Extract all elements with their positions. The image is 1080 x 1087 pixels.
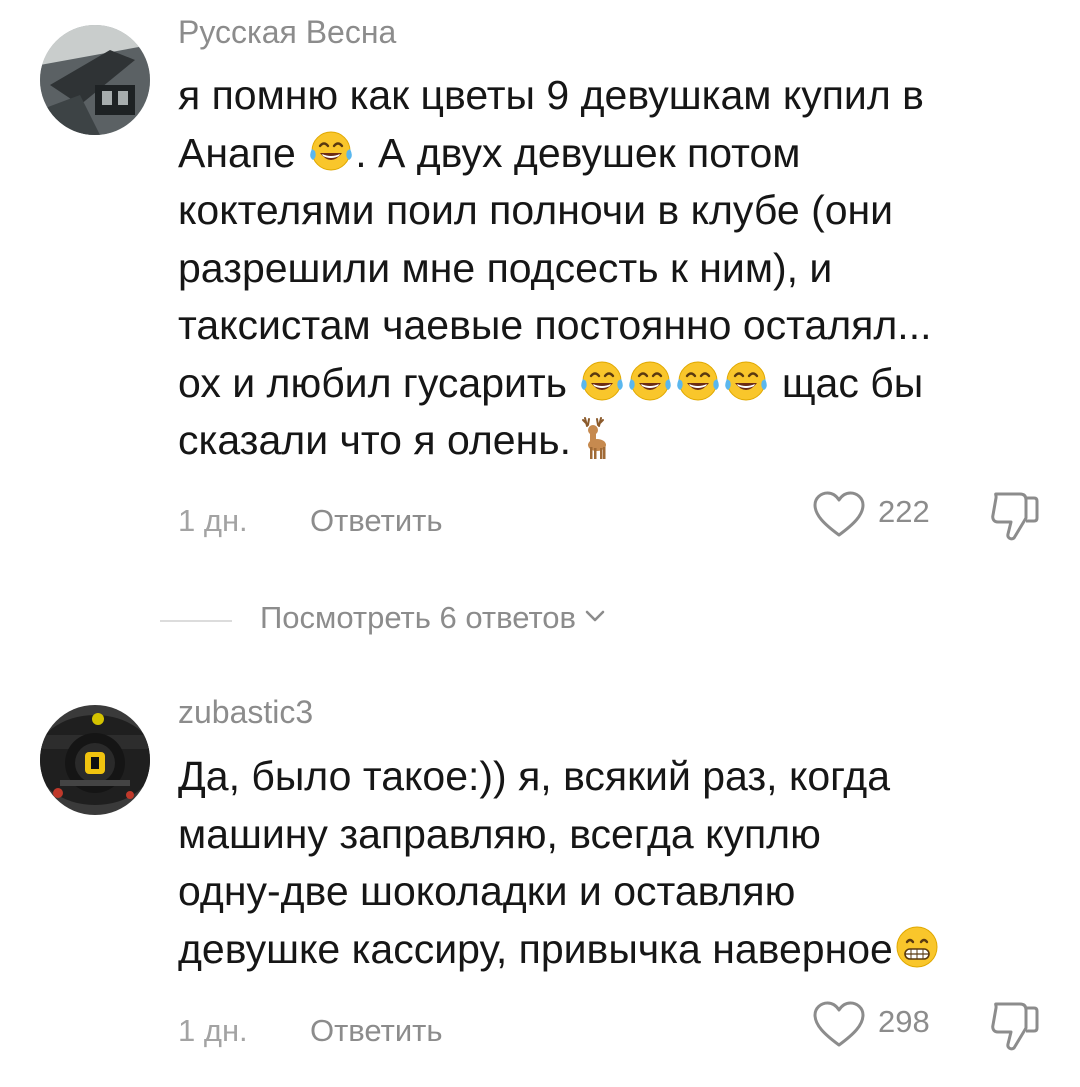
comment-text-fragment: одну-две шоколадки и оставляю	[178, 868, 796, 914]
heart-outline-icon[interactable]	[812, 1000, 866, 1050]
comment-text: я помню как цветы 9 девушкам купил в Анап…	[178, 67, 1038, 470]
comment-text-line: одну-две шоколадки и оставляю	[178, 863, 1038, 921]
view-replies-button[interactable]: Посмотреть 6 ответов	[260, 600, 606, 636]
comment-text-fragment: девушке кассиру, привычка наверное	[178, 925, 893, 972]
comment-text-fragment: разрешили мне подсесть к ним), и	[178, 244, 833, 291]
comment-text-fragment: сказали что я олень.	[178, 417, 571, 463]
chevron-down-icon	[585, 610, 605, 622]
reply-button[interactable]: Ответить	[310, 1013, 443, 1049]
comment-text-fragment: ох и любил гусарить	[178, 359, 579, 406]
comment-text-line: коктелями поил полночи в клубе (они	[178, 182, 1038, 240]
comment-text-line: Анапе . А двух девушек потом	[178, 125, 1038, 183]
deer-emoji	[581, 417, 606, 459]
thumbs-down-outline-icon[interactable]	[988, 998, 1042, 1054]
avatar[interactable]	[40, 25, 150, 135]
comment-text-fragment: таксистам чаевые постоянно осталял...	[178, 302, 932, 348]
view-replies-label: Посмотреть 6 ответов	[260, 600, 577, 635]
comment-text-fragment: . А двух девушек потом	[355, 129, 801, 176]
comment-author[interactable]: Русская Весна	[178, 14, 396, 51]
heart-outline-icon[interactable]	[812, 490, 866, 540]
divider	[160, 620, 232, 622]
comment-text-fragment: машину заправляю, всегда куплю	[178, 810, 821, 857]
face-with-tears-of-joy-emoji	[725, 361, 768, 400]
comment-text-fragment: коктелями поил полночи в клубе (они	[178, 187, 894, 233]
comment-text-line: Да, было такое:)) я, всякий раз, когда	[178, 748, 1038, 806]
comment-text-line: машину заправляю, всегда куплю	[178, 806, 1038, 864]
face-with-tears-of-joy-emoji	[310, 131, 352, 170]
like-count: 298	[878, 1004, 930, 1039]
face-with-tears-of-joy-emoji	[677, 361, 720, 400]
comment-text-line: таксистам чаевые постоянно осталял...	[178, 297, 1038, 355]
comment-timestamp: 1 дн.	[178, 503, 248, 538]
like-count: 222	[878, 494, 930, 529]
comment-timestamp: 1 дн.	[178, 1013, 248, 1048]
comment-text-fragment: я помню как цветы 9 девушкам купил в	[178, 72, 924, 118]
comment-text-line: я помню как цветы 9 девушкам купил в	[178, 67, 1038, 125]
comment-text-fragment: Анапе	[178, 129, 308, 176]
comment-text-line: сказали что я олень.	[178, 412, 1038, 470]
comment-text: Да, было такое:)) я, всякий раз, когда ма…	[178, 748, 1038, 978]
reply-button[interactable]: Ответить	[310, 503, 443, 539]
comment-text-line: ох и любил гусарить щас бы	[178, 355, 1038, 413]
comment-text-fragment: Да, было такое:)) я, всякий раз, когда	[178, 753, 890, 799]
avatar[interactable]	[40, 705, 150, 815]
thumbs-down-outline-icon[interactable]	[988, 488, 1042, 544]
grinning-face-emoji	[896, 926, 938, 967]
view-replies-toggle[interactable]: Посмотреть 6 ответов	[160, 598, 860, 642]
comment-text-line: девушке кассиру, привычка наверное	[178, 921, 1038, 979]
comment-text-fragment: щас бы	[770, 359, 924, 406]
face-with-tears-of-joy-emoji	[629, 361, 672, 400]
face-with-tears-of-joy-emoji	[581, 361, 624, 400]
comment-author[interactable]: zubastic3	[178, 694, 313, 731]
comment: zubastic3 Да, было такое:)) я, всякий ра…	[0, 680, 1080, 1080]
comment-text-line: разрешили мне подсесть к ним), и	[178, 240, 1038, 298]
comment: Русская Весна я помню как цветы 9 девушк…	[0, 0, 1080, 580]
